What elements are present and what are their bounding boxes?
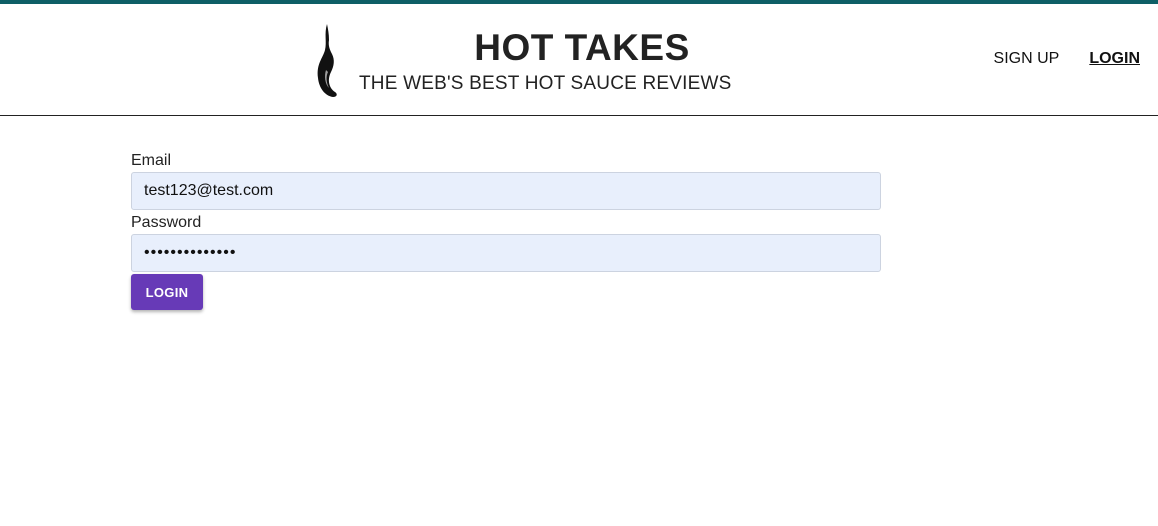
nav-signup-link[interactable]: SIGN UP [994,50,1060,68]
password-field[interactable] [131,234,881,272]
login-form: Email Password LOGIN [131,150,881,310]
site-title: HOT TAKES [474,27,690,68]
email-field[interactable] [131,172,881,210]
email-label: Email [131,152,172,169]
main-nav: SIGN UP LOGIN [994,50,1140,68]
login-button[interactable]: LOGIN [131,274,203,310]
site-header: HOT TAKES THE WEB'S BEST HOT SAUCE REVIE… [0,4,1158,116]
password-label: Password [131,214,202,231]
site-tagline: THE WEB'S BEST HOT SAUCE REVIEWS [359,73,732,94]
nav-login-link[interactable]: LOGIN [1089,50,1140,68]
brand[interactable]: HOT TAKES THE WEB'S BEST HOT SAUCE REVIE… [312,24,731,104]
